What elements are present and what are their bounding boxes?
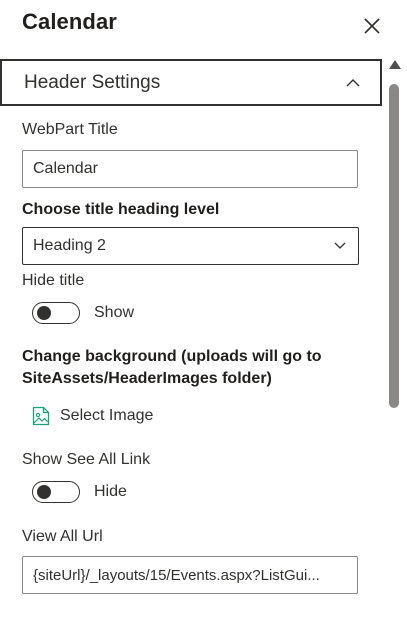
close-icon <box>364 18 380 34</box>
webpart-title-input[interactable] <box>22 150 358 188</box>
view-all-url-input[interactable] <box>22 556 358 594</box>
scroll-up-arrow-icon[interactable] <box>389 60 401 69</box>
heading-level-dropdown[interactable]: Heading 2 <box>22 227 359 265</box>
accordion-header-settings[interactable]: Header Settings <box>0 59 382 106</box>
see-all-link-label: Show See All Link <box>22 451 151 468</box>
hide-title-toggle[interactable] <box>32 302 80 324</box>
hide-title-state-label: Show <box>94 304 135 321</box>
webpart-title-label: WebPart Title <box>22 121 118 138</box>
see-all-link-toggle-row: Hide <box>32 481 127 503</box>
image-icon <box>32 406 50 426</box>
see-all-link-toggle[interactable] <box>32 481 80 503</box>
close-button[interactable] <box>360 14 384 38</box>
select-image-label: Select Image <box>60 407 154 424</box>
see-all-link-state-label: Hide <box>94 483 127 500</box>
toggle-knob <box>37 485 51 499</box>
hide-title-toggle-row: Show <box>32 302 134 324</box>
chevron-down-icon <box>334 242 346 249</box>
hide-title-label: Hide title <box>22 272 85 289</box>
select-image-button[interactable]: Select Image <box>32 406 153 426</box>
vertical-scrollbar[interactable] <box>386 60 402 618</box>
panel-title: Calendar <box>22 9 117 34</box>
scrollbar-thumb[interactable] <box>389 84 399 408</box>
accordion-header-label: Header Settings <box>24 71 161 93</box>
view-all-url-label: View All Url <box>22 528 103 545</box>
toggle-knob <box>37 306 51 320</box>
heading-level-label: Choose title heading level <box>22 201 220 218</box>
background-label: Change background (uploads will go to Si… <box>22 348 322 387</box>
heading-level-selected-value: Heading 2 <box>33 237 106 254</box>
chevron-up-icon <box>346 79 360 87</box>
